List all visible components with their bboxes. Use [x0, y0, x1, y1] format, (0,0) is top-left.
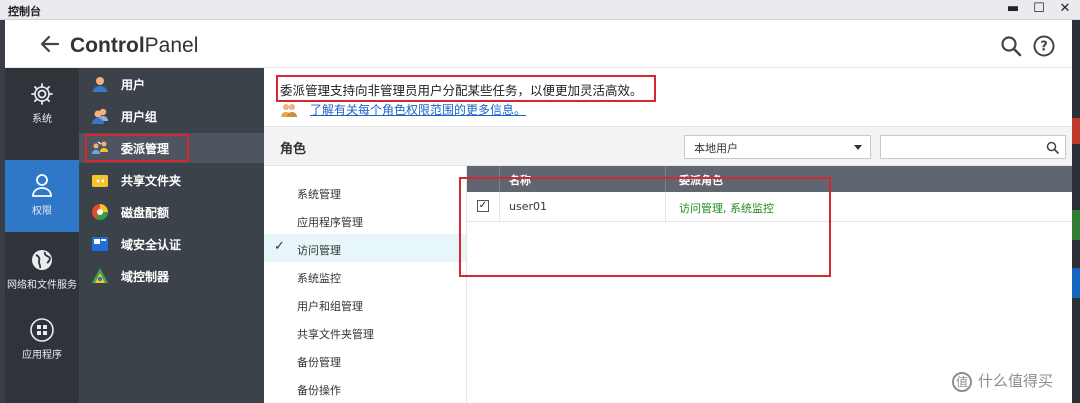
group-icon	[92, 108, 108, 124]
user-source-select[interactable]: 本地用户	[684, 135, 871, 159]
user-icon	[32, 174, 52, 197]
roles-toolbar: 角色 本地用户	[264, 126, 1072, 166]
nav-item-network-file[interactable]: 网络和文件服务	[5, 244, 79, 304]
search-icon	[1046, 141, 1059, 154]
globe-icon	[32, 250, 52, 270]
subnav-item-user-groups[interactable]: 用户组	[79, 101, 264, 131]
role-item[interactable]: 备份操作	[264, 374, 466, 402]
highlight-box	[459, 177, 831, 277]
window-title: 控制台	[8, 5, 41, 18]
subnav-item-shared-folders[interactable]: 共享文件夹	[79, 165, 264, 195]
nav-item-privilege[interactable]: 权限	[5, 160, 79, 232]
page-description: 委派管理支持向非管理员用户分配某些任务，以便更加灵活高效。	[280, 83, 643, 98]
role-item-selected[interactable]: ✓ 访问管理	[264, 234, 466, 262]
category-nav: 系统 权限 网络和文件服务 应用程序	[5, 68, 79, 403]
highlight-box	[85, 134, 189, 162]
background-strip	[1072, 20, 1080, 403]
close-icon[interactable]: ✕	[1058, 1, 1072, 17]
app-title: ControlPanel	[70, 34, 199, 57]
user-icon	[93, 77, 107, 92]
domain-auth-icon	[92, 237, 108, 251]
window-controls: ▬ ☐ ✕	[1006, 1, 1072, 17]
control-panel-window: ControlPanel ? 系统 权限 网络和文件服务 应用程序 用户 用户组…	[5, 20, 1072, 403]
privilege-subnav: 用户 用户组 委派管理 共享文件夹 磁盘配额 域安全认证 域控制器	[79, 68, 264, 403]
roles-list: 系统管理 应用程序管理 ✓ 访问管理 系统监控 用户和组管理 共享文件夹管理 备…	[264, 166, 467, 403]
subnav-item-domain-controller[interactable]: 域控制器	[79, 261, 264, 291]
subnav-item-domain-auth[interactable]: 域安全认证	[79, 229, 264, 259]
apps-grid-icon	[30, 318, 54, 342]
minimize-icon[interactable]: ▬	[1006, 1, 1020, 17]
roles-title: 角色	[280, 142, 307, 157]
role-item[interactable]: 备份管理	[264, 346, 466, 374]
role-item[interactable]: 共享文件夹管理	[264, 318, 466, 346]
subnav-item-users[interactable]: 用户	[79, 69, 264, 99]
gear-icon	[31, 83, 53, 105]
search-icon[interactable]	[1000, 35, 1022, 57]
app-header: ControlPanel ?	[5, 20, 1072, 68]
window-titlebar: 控制台 ▬ ☐ ✕	[0, 0, 1080, 20]
nav-item-system[interactable]: 系统	[5, 78, 79, 138]
role-item[interactable]: 系统管理	[264, 178, 466, 206]
shared-folder-icon	[92, 175, 108, 187]
maximize-icon[interactable]: ☐	[1032, 1, 1046, 17]
check-icon: ✓	[274, 239, 285, 254]
role-item[interactable]: 用户和组管理	[264, 290, 466, 318]
disk-quota-icon	[92, 204, 109, 221]
users-info-icon	[281, 104, 297, 117]
more-info-link[interactable]: 了解有关每个角色权限范围的更多信息。	[310, 101, 526, 118]
main-panel: 委派管理支持向非管理员用户分配某些任务，以便更加灵活高效。 了解有关每个角色权限…	[264, 68, 1072, 403]
help-icon[interactable]: ?	[1033, 35, 1055, 57]
back-arrow-icon[interactable]	[38, 32, 62, 56]
watermark: 值什么值得买	[952, 370, 1053, 392]
role-item[interactable]: 系统监控	[264, 262, 466, 290]
subnav-item-disk-quota[interactable]: 磁盘配额	[79, 197, 264, 227]
role-item[interactable]: 应用程序管理	[264, 206, 466, 234]
nav-item-applications[interactable]: 应用程序	[5, 314, 79, 374]
svg-text:?: ?	[1040, 40, 1048, 55]
domain-controller-icon	[92, 268, 108, 283]
caret-down-icon	[854, 145, 862, 150]
user-search-input[interactable]	[880, 135, 1066, 159]
